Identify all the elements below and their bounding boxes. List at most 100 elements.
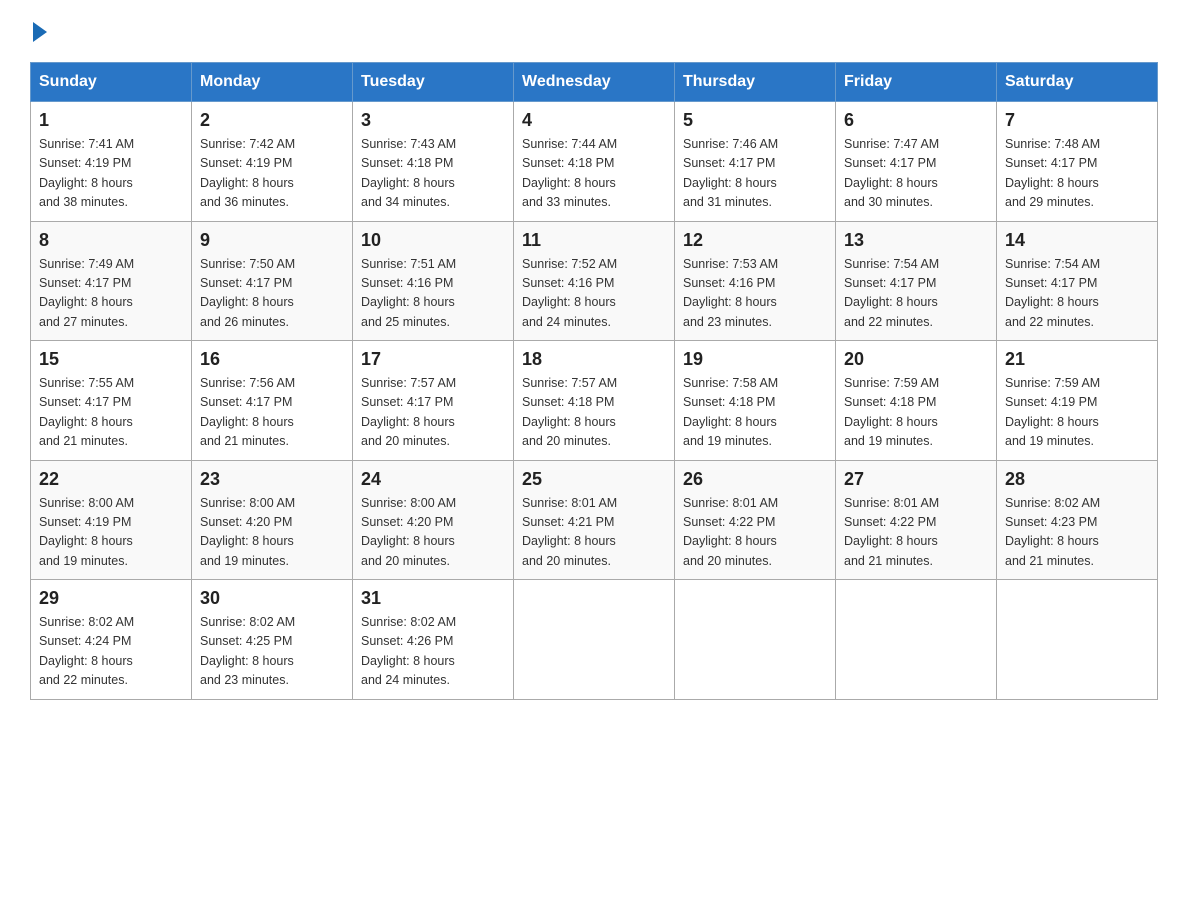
day-info: Sunrise: 7:59 AMSunset: 4:18 PMDaylight:… [844, 376, 939, 448]
day-info: Sunrise: 8:01 AMSunset: 4:22 PMDaylight:… [844, 496, 939, 568]
day-info: Sunrise: 7:49 AMSunset: 4:17 PMDaylight:… [39, 257, 134, 329]
day-info: Sunrise: 7:53 AMSunset: 4:16 PMDaylight:… [683, 257, 778, 329]
day-info: Sunrise: 8:00 AMSunset: 4:20 PMDaylight:… [361, 496, 456, 568]
day-info: Sunrise: 7:48 AMSunset: 4:17 PMDaylight:… [1005, 137, 1100, 209]
day-info: Sunrise: 7:44 AMSunset: 4:18 PMDaylight:… [522, 137, 617, 209]
day-number: 11 [522, 230, 666, 251]
weekday-header-wednesday: Wednesday [514, 63, 675, 102]
day-number: 17 [361, 349, 505, 370]
calendar-cell: 10 Sunrise: 7:51 AMSunset: 4:16 PMDaylig… [353, 221, 514, 341]
calendar-cell: 17 Sunrise: 7:57 AMSunset: 4:17 PMDaylig… [353, 341, 514, 461]
calendar-cell: 9 Sunrise: 7:50 AMSunset: 4:17 PMDayligh… [192, 221, 353, 341]
calendar-cell: 1 Sunrise: 7:41 AMSunset: 4:19 PMDayligh… [31, 102, 192, 222]
day-number: 20 [844, 349, 988, 370]
calendar-cell: 22 Sunrise: 8:00 AMSunset: 4:19 PMDaylig… [31, 460, 192, 580]
calendar-cell: 6 Sunrise: 7:47 AMSunset: 4:17 PMDayligh… [836, 102, 997, 222]
day-number: 28 [1005, 469, 1149, 490]
weekday-header-monday: Monday [192, 63, 353, 102]
calendar-cell: 3 Sunrise: 7:43 AMSunset: 4:18 PMDayligh… [353, 102, 514, 222]
calendar-cell [675, 580, 836, 700]
day-info: Sunrise: 7:57 AMSunset: 4:18 PMDaylight:… [522, 376, 617, 448]
calendar-week-row: 15 Sunrise: 7:55 AMSunset: 4:17 PMDaylig… [31, 341, 1158, 461]
weekday-header-sunday: Sunday [31, 63, 192, 102]
weekday-header-thursday: Thursday [675, 63, 836, 102]
calendar-cell: 12 Sunrise: 7:53 AMSunset: 4:16 PMDaylig… [675, 221, 836, 341]
day-info: Sunrise: 7:52 AMSunset: 4:16 PMDaylight:… [522, 257, 617, 329]
day-info: Sunrise: 7:55 AMSunset: 4:17 PMDaylight:… [39, 376, 134, 448]
day-number: 27 [844, 469, 988, 490]
calendar-cell: 27 Sunrise: 8:01 AMSunset: 4:22 PMDaylig… [836, 460, 997, 580]
day-number: 29 [39, 588, 183, 609]
day-info: Sunrise: 7:58 AMSunset: 4:18 PMDaylight:… [683, 376, 778, 448]
day-number: 2 [200, 110, 344, 131]
day-number: 7 [1005, 110, 1149, 131]
calendar-cell: 8 Sunrise: 7:49 AMSunset: 4:17 PMDayligh… [31, 221, 192, 341]
day-number: 8 [39, 230, 183, 251]
day-info: Sunrise: 8:02 AMSunset: 4:25 PMDaylight:… [200, 615, 295, 687]
day-info: Sunrise: 7:54 AMSunset: 4:17 PMDaylight:… [1005, 257, 1100, 329]
calendar-week-row: 8 Sunrise: 7:49 AMSunset: 4:17 PMDayligh… [31, 221, 1158, 341]
logo [30, 20, 47, 42]
day-info: Sunrise: 7:47 AMSunset: 4:17 PMDaylight:… [844, 137, 939, 209]
day-info: Sunrise: 8:02 AMSunset: 4:24 PMDaylight:… [39, 615, 134, 687]
calendar-cell: 28 Sunrise: 8:02 AMSunset: 4:23 PMDaylig… [997, 460, 1158, 580]
calendar-cell: 31 Sunrise: 8:02 AMSunset: 4:26 PMDaylig… [353, 580, 514, 700]
day-number: 12 [683, 230, 827, 251]
day-number: 14 [1005, 230, 1149, 251]
day-number: 23 [200, 469, 344, 490]
day-number: 31 [361, 588, 505, 609]
calendar-week-row: 22 Sunrise: 8:00 AMSunset: 4:19 PMDaylig… [31, 460, 1158, 580]
day-number: 1 [39, 110, 183, 131]
day-info: Sunrise: 8:02 AMSunset: 4:23 PMDaylight:… [1005, 496, 1100, 568]
calendar-cell: 4 Sunrise: 7:44 AMSunset: 4:18 PMDayligh… [514, 102, 675, 222]
day-info: Sunrise: 7:56 AMSunset: 4:17 PMDaylight:… [200, 376, 295, 448]
day-number: 15 [39, 349, 183, 370]
calendar-cell: 15 Sunrise: 7:55 AMSunset: 4:17 PMDaylig… [31, 341, 192, 461]
day-info: Sunrise: 7:59 AMSunset: 4:19 PMDaylight:… [1005, 376, 1100, 448]
calendar-cell: 29 Sunrise: 8:02 AMSunset: 4:24 PMDaylig… [31, 580, 192, 700]
day-number: 24 [361, 469, 505, 490]
day-number: 13 [844, 230, 988, 251]
day-info: Sunrise: 7:42 AMSunset: 4:19 PMDaylight:… [200, 137, 295, 209]
day-number: 4 [522, 110, 666, 131]
calendar-cell [514, 580, 675, 700]
calendar-cell: 7 Sunrise: 7:48 AMSunset: 4:17 PMDayligh… [997, 102, 1158, 222]
day-info: Sunrise: 7:51 AMSunset: 4:16 PMDaylight:… [361, 257, 456, 329]
day-number: 9 [200, 230, 344, 251]
day-number: 6 [844, 110, 988, 131]
day-info: Sunrise: 8:02 AMSunset: 4:26 PMDaylight:… [361, 615, 456, 687]
calendar-cell: 30 Sunrise: 8:02 AMSunset: 4:25 PMDaylig… [192, 580, 353, 700]
day-info: Sunrise: 8:01 AMSunset: 4:22 PMDaylight:… [683, 496, 778, 568]
calendar-cell: 20 Sunrise: 7:59 AMSunset: 4:18 PMDaylig… [836, 341, 997, 461]
day-number: 5 [683, 110, 827, 131]
day-number: 22 [39, 469, 183, 490]
day-number: 25 [522, 469, 666, 490]
calendar-cell: 26 Sunrise: 8:01 AMSunset: 4:22 PMDaylig… [675, 460, 836, 580]
day-number: 18 [522, 349, 666, 370]
weekday-header-saturday: Saturday [997, 63, 1158, 102]
calendar-cell: 21 Sunrise: 7:59 AMSunset: 4:19 PMDaylig… [997, 341, 1158, 461]
calendar-cell: 14 Sunrise: 7:54 AMSunset: 4:17 PMDaylig… [997, 221, 1158, 341]
calendar-cell: 5 Sunrise: 7:46 AMSunset: 4:17 PMDayligh… [675, 102, 836, 222]
day-number: 16 [200, 349, 344, 370]
calendar-cell: 24 Sunrise: 8:00 AMSunset: 4:20 PMDaylig… [353, 460, 514, 580]
day-number: 30 [200, 588, 344, 609]
calendar-cell: 25 Sunrise: 8:01 AMSunset: 4:21 PMDaylig… [514, 460, 675, 580]
day-number: 21 [1005, 349, 1149, 370]
calendar-cell: 18 Sunrise: 7:57 AMSunset: 4:18 PMDaylig… [514, 341, 675, 461]
calendar-cell: 13 Sunrise: 7:54 AMSunset: 4:17 PMDaylig… [836, 221, 997, 341]
day-info: Sunrise: 7:41 AMSunset: 4:19 PMDaylight:… [39, 137, 134, 209]
calendar-cell: 16 Sunrise: 7:56 AMSunset: 4:17 PMDaylig… [192, 341, 353, 461]
day-info: Sunrise: 8:00 AMSunset: 4:19 PMDaylight:… [39, 496, 134, 568]
calendar-cell: 19 Sunrise: 7:58 AMSunset: 4:18 PMDaylig… [675, 341, 836, 461]
day-info: Sunrise: 7:43 AMSunset: 4:18 PMDaylight:… [361, 137, 456, 209]
logo-arrow-icon [33, 22, 47, 42]
day-info: Sunrise: 8:01 AMSunset: 4:21 PMDaylight:… [522, 496, 617, 568]
calendar-cell [997, 580, 1158, 700]
calendar-cell: 23 Sunrise: 8:00 AMSunset: 4:20 PMDaylig… [192, 460, 353, 580]
calendar-table: SundayMondayTuesdayWednesdayThursdayFrid… [30, 62, 1158, 700]
day-info: Sunrise: 7:54 AMSunset: 4:17 PMDaylight:… [844, 257, 939, 329]
weekday-header-friday: Friday [836, 63, 997, 102]
day-number: 10 [361, 230, 505, 251]
day-number: 19 [683, 349, 827, 370]
